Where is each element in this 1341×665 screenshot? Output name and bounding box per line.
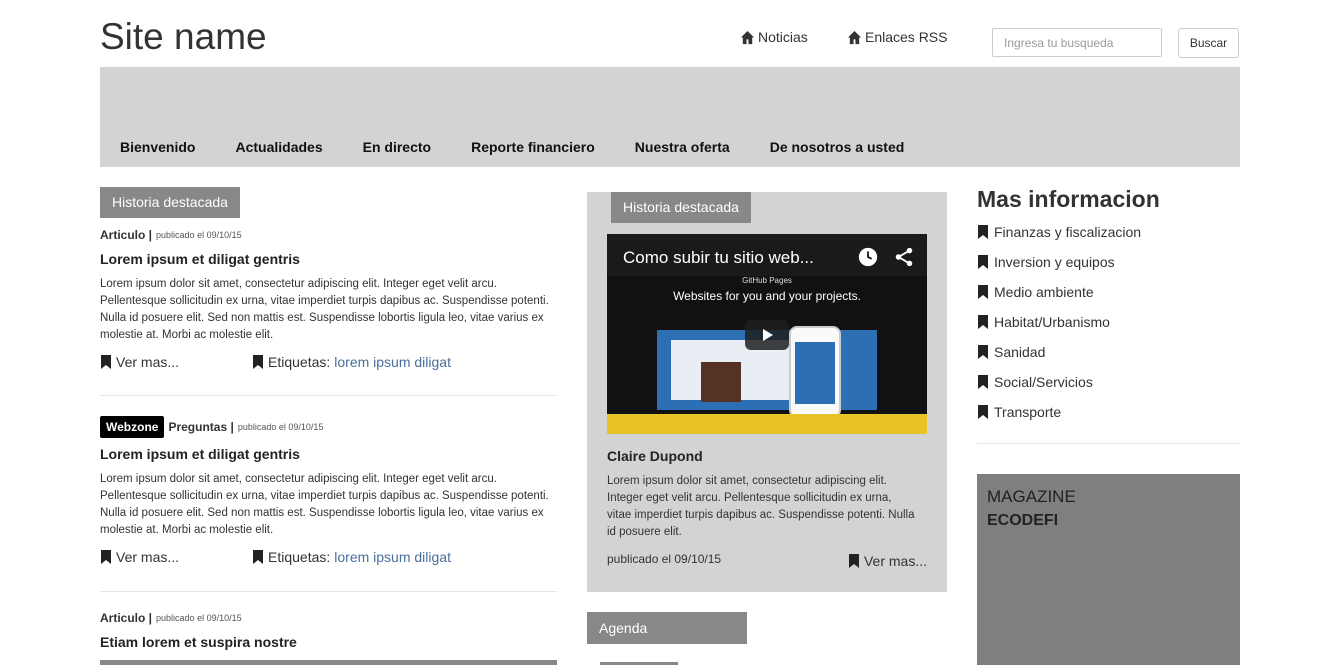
tags-label: Etiquetas:	[268, 354, 331, 370]
sidebar-item-label: Finanzas y fiscalizacion	[994, 224, 1142, 240]
agenda-tag: Agenda	[587, 612, 747, 644]
sidebar-item-label: Habitat/Urbanismo	[994, 314, 1110, 330]
nav-item-actualidades[interactable]: Actualidades	[235, 139, 322, 155]
article-meta: Articulo | publicado el 09/10/15	[100, 227, 557, 243]
tags-link[interactable]: lorem ipsum diligat	[334, 354, 451, 370]
bookmark-icon	[978, 315, 988, 329]
bookmark-icon	[848, 554, 859, 568]
video-player[interactable]: Como subir tu sitio web... GitHub Pages …	[607, 234, 927, 434]
bookmark-icon	[101, 355, 111, 369]
sidebar-item-label: Medio ambiente	[994, 284, 1094, 300]
article-title[interactable]: Lorem ipsum et diligat gentris	[100, 251, 557, 267]
site-name[interactable]: Site name	[100, 16, 267, 58]
sidebar-item-sanidad[interactable]: Sanidad	[977, 344, 1141, 374]
article-meta: Webzone Preguntas | publicado el 09/10/1…	[100, 415, 557, 438]
rss-label: Enlaces RSS	[865, 29, 948, 45]
featured-author: Claire Dupond	[607, 448, 703, 464]
video-heading: Websites for you and your projects.	[673, 289, 861, 303]
article-category: Articulo |	[100, 228, 153, 242]
article-card: Webzone Preguntas | publicado el 09/10/1…	[100, 415, 557, 569]
bookmark-icon	[978, 345, 988, 359]
read-more-label: Ver mas...	[863, 553, 927, 569]
noticias-link[interactable]: Noticias	[740, 29, 808, 45]
article-title[interactable]: Etiam lorem et suspira nostre	[100, 634, 557, 650]
sidebar-item-label: Transporte	[994, 404, 1062, 420]
bookmark-icon	[253, 355, 263, 369]
nav-item-en-directo[interactable]: En directo	[363, 139, 431, 155]
nav-item-bienvenido[interactable]: Bienvenido	[120, 139, 195, 155]
section-tag-historia: Historia destacada	[100, 187, 240, 218]
tags-label: Etiquetas:	[268, 549, 331, 565]
nav-item-de-nosotros[interactable]: De nosotros a usted	[770, 139, 905, 155]
home-icon	[847, 30, 862, 44]
main-nav: Bienvenido Actualidades En directo Repor…	[100, 67, 1240, 167]
bookmark-icon	[978, 285, 988, 299]
bookmark-icon	[978, 375, 988, 389]
video-title[interactable]: Como subir tu sitio web...	[623, 248, 814, 268]
article-category: Articulo |	[100, 611, 153, 625]
play-icon[interactable]	[745, 320, 789, 350]
article-title[interactable]: Lorem ipsum et diligat gentris	[100, 446, 557, 462]
magazine-name: ECODEFI	[987, 512, 1059, 529]
bookmark-icon	[253, 550, 263, 564]
read-more-label: Ver mas...	[116, 354, 180, 370]
nav-item-reporte-financiero[interactable]: Reporte financiero	[471, 139, 595, 155]
article-date: publicado el 09/10/15	[156, 230, 242, 240]
article-body: Lorem ipsum dolor sit amet, consectetur …	[100, 473, 549, 536]
article-image-placeholder	[100, 660, 557, 665]
sidebar-item-inversion[interactable]: Inversion y equipos	[977, 254, 1141, 284]
read-more-link[interactable]: Ver mas...	[848, 553, 927, 569]
share-icon[interactable]	[893, 246, 915, 268]
bookmark-icon	[101, 550, 111, 564]
sidebar-item-finanzas[interactable]: Finanzas y fiscalizacion	[977, 224, 1141, 254]
sidebar-item-habitat[interactable]: Habitat/Urbanismo	[977, 314, 1141, 344]
clock-icon[interactable]	[857, 246, 879, 268]
article-date: publicado el 09/10/15	[156, 613, 242, 623]
search-button[interactable]: Buscar	[1178, 28, 1239, 58]
bookmark-icon	[978, 405, 988, 419]
article-tags: Etiquetas: lorem ipsum diligat	[252, 549, 451, 565]
section-tag-historia: Historia destacada	[611, 192, 751, 223]
noticias-label: Noticias	[758, 29, 808, 45]
rss-link[interactable]: Enlaces RSS	[847, 29, 947, 45]
bookmark-icon	[978, 255, 988, 269]
video-dock	[607, 414, 927, 434]
video-phone-illustration	[789, 326, 841, 418]
sidebar-list: Finanzas y fiscalizacion Inversion y equ…	[977, 224, 1141, 434]
sidebar-item-medio-ambiente[interactable]: Medio ambiente	[977, 284, 1141, 314]
magazine-banner[interactable]: MAGAZINE ECODEFI	[977, 474, 1240, 665]
article-category: Preguntas |	[168, 419, 234, 434]
search-input[interactable]	[992, 28, 1162, 57]
webzone-badge: Webzone	[100, 415, 165, 438]
sidebar-title: Mas informacion	[977, 186, 1160, 212]
featured-body: Lorem ipsum dolor sit amet, consectetur …	[607, 475, 915, 538]
sidebar-item-label: Social/Servicios	[994, 374, 1093, 390]
article-tags: Etiquetas: lorem ipsum diligat	[252, 354, 451, 370]
sidebar-item-transporte[interactable]: Transporte	[977, 404, 1141, 434]
bookmark-icon	[978, 225, 988, 239]
featured-date: publicado el 09/10/15	[607, 552, 722, 566]
sidebar-item-label: Inversion y equipos	[994, 254, 1115, 270]
article-card: Articulo | publicado el 09/10/15 Lorem i…	[100, 227, 557, 374]
article-meta: Articulo | publicado el 09/10/15	[100, 610, 557, 626]
sidebar-item-label: Sanidad	[994, 344, 1046, 360]
nav-item-nuestra-oferta[interactable]: Nuestra oferta	[635, 139, 730, 155]
sidebar-item-social[interactable]: Social/Servicios	[977, 374, 1141, 404]
read-more-link[interactable]: Ver mas...	[100, 354, 179, 370]
tags-link[interactable]: lorem ipsum diligat	[334, 549, 451, 565]
featured-story: Historia destacada Como subir tu sitio w…	[587, 192, 947, 592]
sidebar-divider	[977, 443, 1240, 444]
read-more-link[interactable]: Ver mas...	[100, 549, 179, 565]
video-subtitle: GitHub Pages	[742, 276, 792, 285]
home-icon	[740, 30, 755, 44]
magazine-label: MAGAZINE	[987, 487, 1076, 506]
article-date: publicado el 09/10/15	[237, 421, 324, 432]
article-divider	[100, 395, 557, 396]
read-more-label: Ver mas...	[116, 549, 180, 565]
article-body: Lorem ipsum dolor sit amet, consectetur …	[100, 278, 549, 341]
article-divider	[100, 591, 557, 592]
article-card: Articulo | publicado el 09/10/15 Etiam l…	[100, 610, 557, 650]
